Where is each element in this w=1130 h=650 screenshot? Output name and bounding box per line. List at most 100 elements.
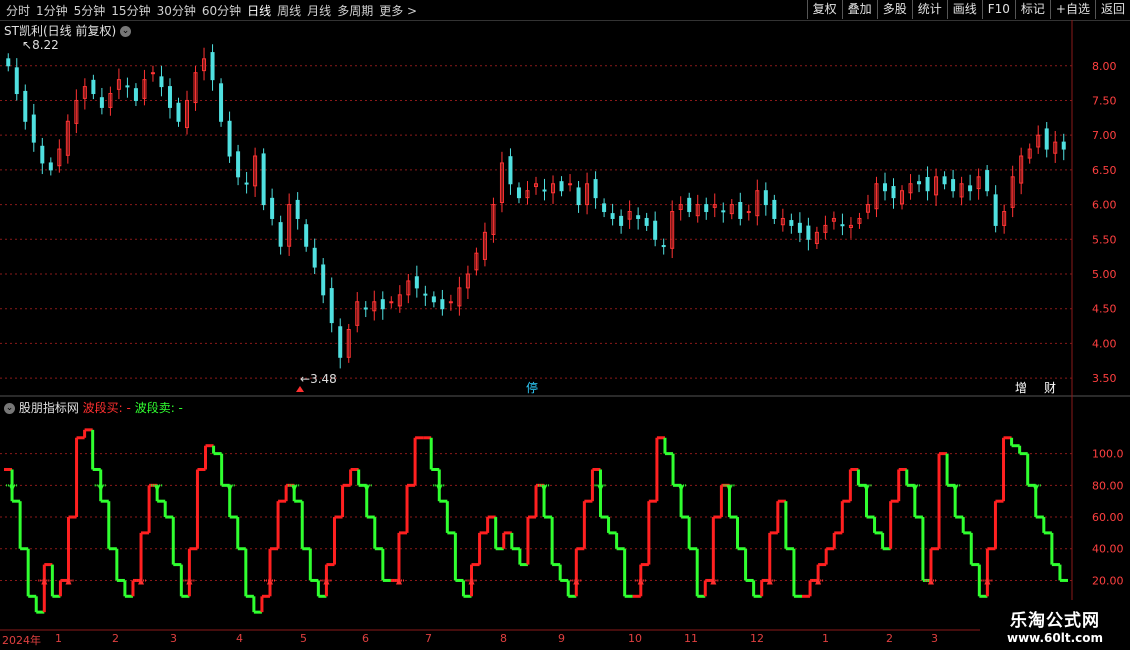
candle-body (31, 114, 36, 143)
up-arrow-marker (296, 386, 304, 392)
candle-body (159, 76, 164, 88)
candle-body (1044, 128, 1049, 150)
candle-body (644, 217, 649, 226)
sell-arrow (863, 485, 870, 493)
candle-body (423, 293, 428, 296)
sell-arrow (726, 485, 733, 493)
chart-canvas: 8.00 7.50 7.00 6.50 6.00 5.50 5.00 4.50 4.00 3.50… (0, 20, 1130, 631)
indicator-panel-title[interactable]: ⌄ 股朋指标网 波段买: - 波段卖: - (4, 399, 183, 416)
candle-body (91, 79, 96, 95)
candle-body (721, 210, 726, 213)
candle-body (968, 185, 973, 192)
candle-body (925, 177, 930, 192)
candle-body (48, 162, 53, 171)
candle-body (304, 224, 309, 247)
candle-body (329, 288, 334, 324)
y-tick-label: 20.00 (1092, 574, 1124, 587)
candle-body (210, 52, 215, 81)
candle-body (448, 301, 453, 304)
sell-arrow (291, 485, 298, 493)
candle-body (176, 102, 181, 122)
candle-body (661, 245, 666, 248)
sell-arrow (154, 485, 161, 493)
candle-body (653, 220, 658, 240)
x-tick-label: 3 (170, 632, 177, 645)
candle-body (6, 58, 11, 67)
sell-arrow (597, 485, 604, 493)
candle-body (295, 199, 300, 219)
x-tick-label: 10 (628, 632, 642, 645)
candle-body (414, 276, 419, 289)
candle-body (797, 222, 802, 233)
candle-body (772, 199, 777, 219)
watermark-name: 乐淘公式网 (1010, 610, 1100, 631)
candle-body (150, 72, 155, 75)
y-tick-label: 7.00 (1092, 129, 1117, 142)
high-price-label: ↖8.22 (22, 38, 59, 52)
x-tick-label: 2024年 (2, 634, 41, 647)
event-marker: 财 (1044, 381, 1056, 395)
candle-body (763, 190, 768, 206)
x-tick-label: 11 (684, 632, 698, 645)
candle-body (363, 307, 368, 310)
x-tick-label: 5 (300, 632, 307, 645)
y-tick-label: 6.50 (1092, 164, 1117, 177)
watermark-logo: 乐淘公式网 www.60lt.com (980, 600, 1130, 650)
y-tick-label: 80.00 (1092, 479, 1124, 492)
candle-body (568, 183, 573, 186)
candle-body (321, 264, 326, 296)
candle-body (440, 299, 445, 310)
y-tick-label: 5.00 (1092, 268, 1117, 281)
y-tick-label: 5.50 (1092, 233, 1117, 246)
x-tick-label: 2 (112, 632, 119, 645)
y-tick-label: 60.00 (1092, 511, 1124, 524)
candle-body (942, 176, 947, 185)
x-tick-label: 1 (822, 632, 829, 645)
y-tick-label: 40.00 (1092, 543, 1124, 556)
candle-body (559, 181, 564, 192)
sell-arrow (97, 485, 104, 493)
x-tick-label: 7 (425, 632, 432, 645)
candle-body (270, 197, 275, 219)
candle-body (704, 204, 709, 213)
candle-body (278, 222, 283, 247)
candle-body (167, 86, 172, 108)
sell-arrow (952, 485, 959, 493)
candle-body (738, 202, 743, 219)
candle-body (542, 189, 547, 192)
sell-arrow (226, 485, 233, 493)
candle-body (236, 151, 241, 178)
y-tick-label: 3.50 (1092, 372, 1117, 385)
candle-body (338, 326, 343, 358)
candle-body (951, 179, 956, 192)
sell-arrow (541, 485, 548, 493)
y-tick-label: 100.0 (1092, 448, 1124, 461)
y-tick-label: 4.00 (1092, 337, 1117, 350)
candle-body (619, 215, 624, 226)
candle-body (917, 181, 922, 185)
event-marker: 增 (1015, 381, 1027, 395)
sell-arrow (1032, 485, 1039, 493)
low-price-label: ←3.48 (300, 372, 337, 386)
sell-arrow (436, 485, 443, 493)
x-tick-label: 3 (931, 632, 938, 645)
legend-sell: 波段卖: - (134, 401, 183, 415)
candle-body (602, 203, 607, 213)
candle-body (261, 153, 266, 206)
main-panel-title[interactable]: ST凯利(日线 前复权) ⌄ (4, 22, 131, 39)
chevron-down-icon[interactable]: ⌄ (4, 403, 15, 414)
candle-body (636, 215, 641, 219)
chevron-down-icon[interactable]: ⌄ (119, 26, 131, 37)
sell-arrow (678, 485, 685, 493)
watermark-url: www.60lt.com (1006, 630, 1104, 645)
candle-body (516, 187, 521, 199)
candle-body (593, 179, 598, 199)
candle-body (389, 301, 394, 304)
candle-body (227, 120, 232, 157)
candle-body (993, 194, 998, 226)
candle-body (806, 225, 811, 240)
sell-arrow (9, 485, 16, 493)
candle-body (789, 220, 794, 226)
candle-body (882, 183, 887, 192)
sell-arrow (911, 485, 918, 493)
